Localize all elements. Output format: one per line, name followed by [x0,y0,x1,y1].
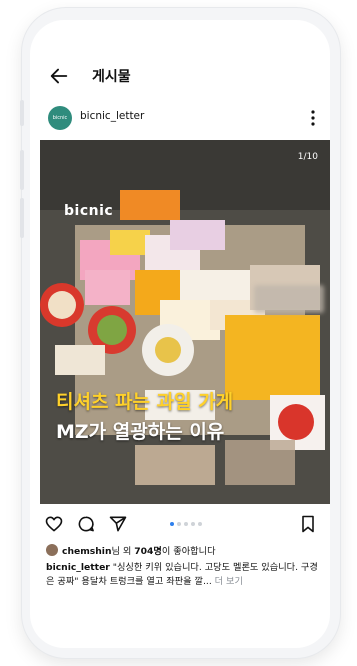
carousel-dot[interactable] [191,522,195,526]
page-title: 게시물 [92,69,131,85]
caption-username[interactable]: bicnic_letter [46,562,110,573]
likes-text: 이 좋아합니다 [161,546,216,557]
brand-watermark: bicnic [64,203,114,219]
liker-username[interactable]: chemshin [62,546,112,557]
back-arrow-icon[interactable] [48,65,70,87]
bookmark-icon[interactable] [298,514,318,534]
avatar[interactable]: bicnic [48,106,72,130]
carousel-dot[interactable] [184,522,188,526]
avatar-text: bicnic [52,115,68,121]
post-photo-illustration [40,140,330,504]
post-author-row: bicnic bicnic_letter [30,106,330,132]
phone-side-button [20,150,24,190]
post-headline-line-1: 티셔츠 파는 과일 가게 [56,391,234,413]
post-actions [30,514,330,536]
likes-text: 님 외 [111,546,135,557]
post-headline-line-2: MZ가 열광하는 이유 [56,421,225,443]
author-username[interactable]: bicnic_letter [80,110,144,122]
liker-avatar [46,544,58,556]
carousel-dots [170,522,202,526]
phone-side-button [20,100,24,126]
post-header: 게시물 [30,64,330,90]
carousel-dot[interactable] [198,522,202,526]
send-icon[interactable] [108,514,128,534]
carousel-counter: 1/10 [297,152,318,162]
likes-row[interactable]: chemshin님 외 704명이 좋아합니다 [46,543,216,557]
more-vertical-icon[interactable] [310,108,316,128]
post-caption: bicnic_letter "싱싱한 키위 있습니다. 고당도 멜론도 있습니다… [46,561,320,589]
comment-icon[interactable] [76,514,96,534]
post-image[interactable]: 1/10 bicnic 티셔츠 파는 과일 가게 MZ가 열광하는 이유 [40,140,330,504]
carousel-dot[interactable] [170,522,174,526]
phone-side-button [20,198,24,238]
blurred-sign [254,285,324,313]
more-link[interactable]: 더 보기 [212,576,243,587]
heart-icon[interactable] [44,514,64,534]
phone-screen: 게시물 bicnic bicnic_letter 1/10 bicnic 티셔츠… [30,20,330,648]
likes-count[interactable]: 704명 [134,546,162,557]
carousel-dot[interactable] [177,522,181,526]
